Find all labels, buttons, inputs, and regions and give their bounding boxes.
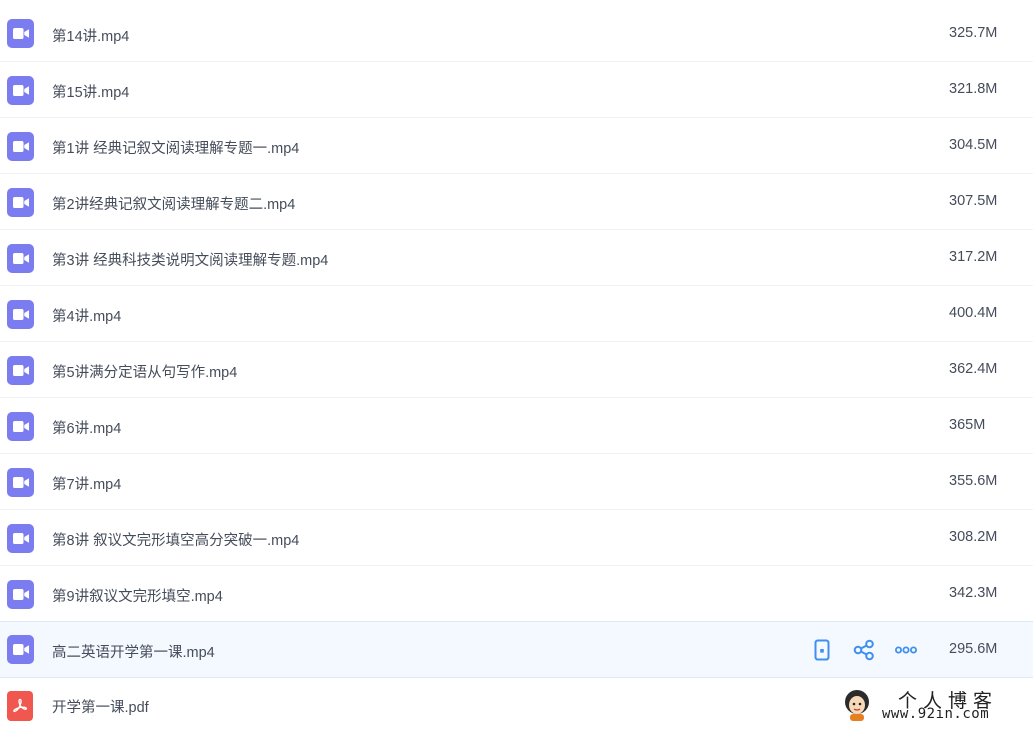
video-file-icon [7, 132, 34, 161]
file-name[interactable]: 第14讲.mp4 [52, 25, 129, 46]
watermark-url: www.92in.com [882, 706, 990, 722]
file-size: 365M [949, 417, 986, 433]
file-name[interactable]: 第4讲.mp4 [52, 305, 121, 326]
video-file-icon [7, 524, 34, 553]
file-name[interactable]: 第2讲经典记叙文阅读理解专题二.mp4 [52, 193, 295, 214]
video-file-icon [7, 412, 34, 441]
list-item[interactable]: 第1讲 经典记叙文阅读理解专题一.mp4 304.5M [0, 118, 1033, 174]
video-file-icon [7, 580, 34, 609]
list-item[interactable]: 第3讲 经典科技类说明文阅读理解专题.mp4 317.2M [0, 230, 1033, 286]
file-name[interactable]: 第15讲.mp4 [52, 81, 129, 102]
file-size: 355.6M [949, 473, 998, 489]
file-size: 321.8M [949, 81, 998, 97]
file-size: 362.4M [949, 361, 998, 377]
list-item[interactable]: 第8讲 叙议文完形填空高分突破一.mp4 308.2M [0, 510, 1033, 566]
file-size: 317.2M [949, 249, 998, 265]
list-item[interactable]: 第9讲叙议文完形填空.mp4 342.3M [0, 566, 1033, 621]
list-item[interactable]: 第5讲满分定语从句写作.mp4 362.4M [0, 342, 1033, 398]
list-item-hovered[interactable]: 高二英语开学第一课.mp4 295.6M [0, 621, 1033, 678]
file-size: 304.5M [949, 137, 998, 153]
list-item[interactable]: 第15讲.mp4 321.8M [0, 62, 1033, 118]
file-name[interactable]: 高二英语开学第一课.mp4 [52, 641, 215, 662]
video-file-icon [7, 635, 34, 664]
file-size: 307.5M [949, 193, 998, 209]
row-actions [810, 622, 918, 677]
video-file-icon [7, 356, 34, 385]
file-list: 第14讲.mp4 325.7M 第15讲.mp4 321.8M 第1讲 经典记叙… [0, 0, 1033, 733]
video-file-icon [7, 19, 34, 48]
list-item[interactable]: 第7讲.mp4 355.6M [0, 454, 1033, 510]
file-size: 342.3M [949, 585, 998, 601]
file-name[interactable]: 第7讲.mp4 [52, 473, 121, 494]
file-name[interactable]: 第3讲 经典科技类说明文阅读理解专题.mp4 [52, 249, 328, 270]
blog-watermark: 个人博客 www.92in.com [838, 686, 1033, 727]
video-file-icon [7, 468, 34, 497]
list-item[interactable]: 第6讲.mp4 365M [0, 398, 1033, 454]
list-item[interactable]: 第2讲经典记叙文阅读理解专题二.mp4 307.5M [0, 174, 1033, 230]
share-icon[interactable] [852, 638, 876, 662]
more-icon[interactable] [894, 638, 918, 662]
video-file-icon [7, 188, 34, 217]
file-name[interactable]: 第9讲叙议文完形填空.mp4 [52, 585, 223, 606]
file-name[interactable]: 第1讲 经典记叙文阅读理解专题一.mp4 [52, 137, 299, 158]
file-size: 400.4M [949, 305, 998, 321]
file-name[interactable]: 开学第一课.pdf [52, 696, 149, 717]
file-size: 308.2M [949, 529, 998, 545]
file-size: 325.7M [949, 25, 998, 41]
avatar-logo-icon [842, 688, 872, 722]
pdf-file-icon [7, 691, 33, 721]
file-name[interactable]: 第8讲 叙议文完形填空高分突破一.mp4 [52, 529, 299, 550]
video-file-icon [7, 300, 34, 329]
list-item[interactable]: 第4讲.mp4 400.4M [0, 286, 1033, 342]
file-size: 295.6M [949, 641, 998, 657]
video-file-icon [7, 76, 34, 105]
video-file-icon [7, 244, 34, 273]
file-name[interactable]: 第6讲.mp4 [52, 417, 121, 438]
list-item[interactable]: 第14讲.mp4 325.7M [0, 0, 1033, 62]
file-name[interactable]: 第5讲满分定语从句写作.mp4 [52, 361, 237, 382]
phone-icon[interactable] [810, 638, 834, 662]
